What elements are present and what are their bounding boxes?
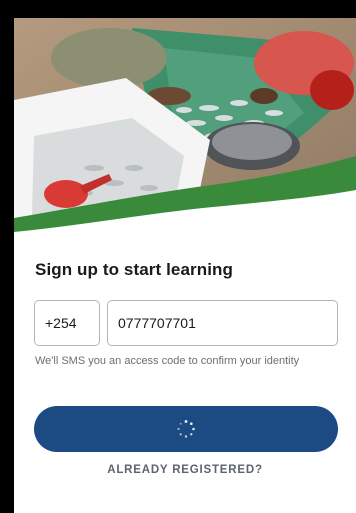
hero-image xyxy=(14,18,356,250)
submit-button[interactable] xyxy=(34,406,338,452)
signup-screen: Sign up to start learning We'll SMS you … xyxy=(14,18,356,513)
country-code-field[interactable] xyxy=(34,300,100,346)
sms-hint-text: We'll SMS you an access code to confirm … xyxy=(35,355,300,367)
spinner-icon xyxy=(177,420,195,438)
already-registered-link[interactable]: ALREADY REGISTERED? xyxy=(14,464,356,476)
page-title: Sign up to start learning xyxy=(35,260,234,279)
phone-number-field[interactable] xyxy=(107,300,338,346)
